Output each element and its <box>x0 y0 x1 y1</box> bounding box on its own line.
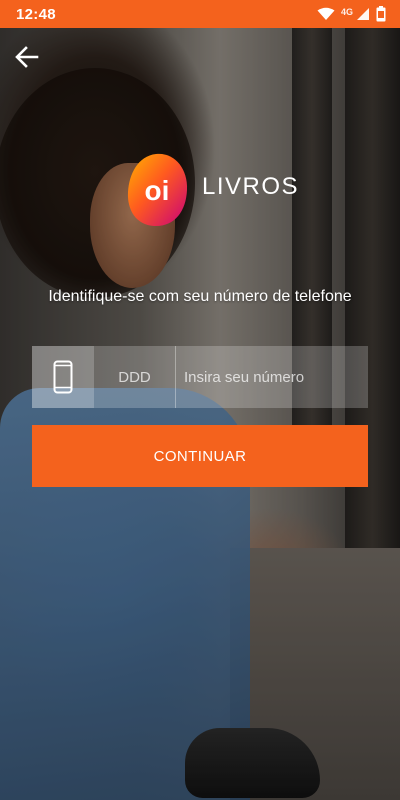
signal-icon <box>357 8 369 20</box>
oi-logo-icon: oi <box>127 153 188 227</box>
phone-input-row <box>32 346 368 408</box>
wifi-icon <box>317 7 335 20</box>
ddd-input[interactable] <box>104 368 165 386</box>
phone-icon-box <box>32 346 94 408</box>
battery-icon <box>376 6 386 22</box>
phone-number-input[interactable] <box>184 368 368 386</box>
back-button[interactable] <box>12 42 42 72</box>
phone-number-field-container <box>176 346 368 408</box>
status-time: 12:48 <box>16 5 56 23</box>
ddd-field-container <box>94 346 176 408</box>
brand-name: LIVROS <box>202 173 300 200</box>
status-icons: 4G <box>317 6 386 22</box>
arrow-left-icon <box>15 46 39 68</box>
network-type-label: 4G <box>340 7 353 17</box>
app-logo: oi LIVROS <box>126 150 299 230</box>
smartphone-icon <box>53 360 73 394</box>
logo-mark-text: oi <box>145 175 170 206</box>
background-dim-overlay <box>0 28 400 800</box>
status-bar: 12:48 4G <box>0 0 400 28</box>
continue-button[interactable]: CONTINUAR <box>32 425 368 487</box>
phone-prompt: Identifique-se com seu número de telefon… <box>48 288 352 305</box>
